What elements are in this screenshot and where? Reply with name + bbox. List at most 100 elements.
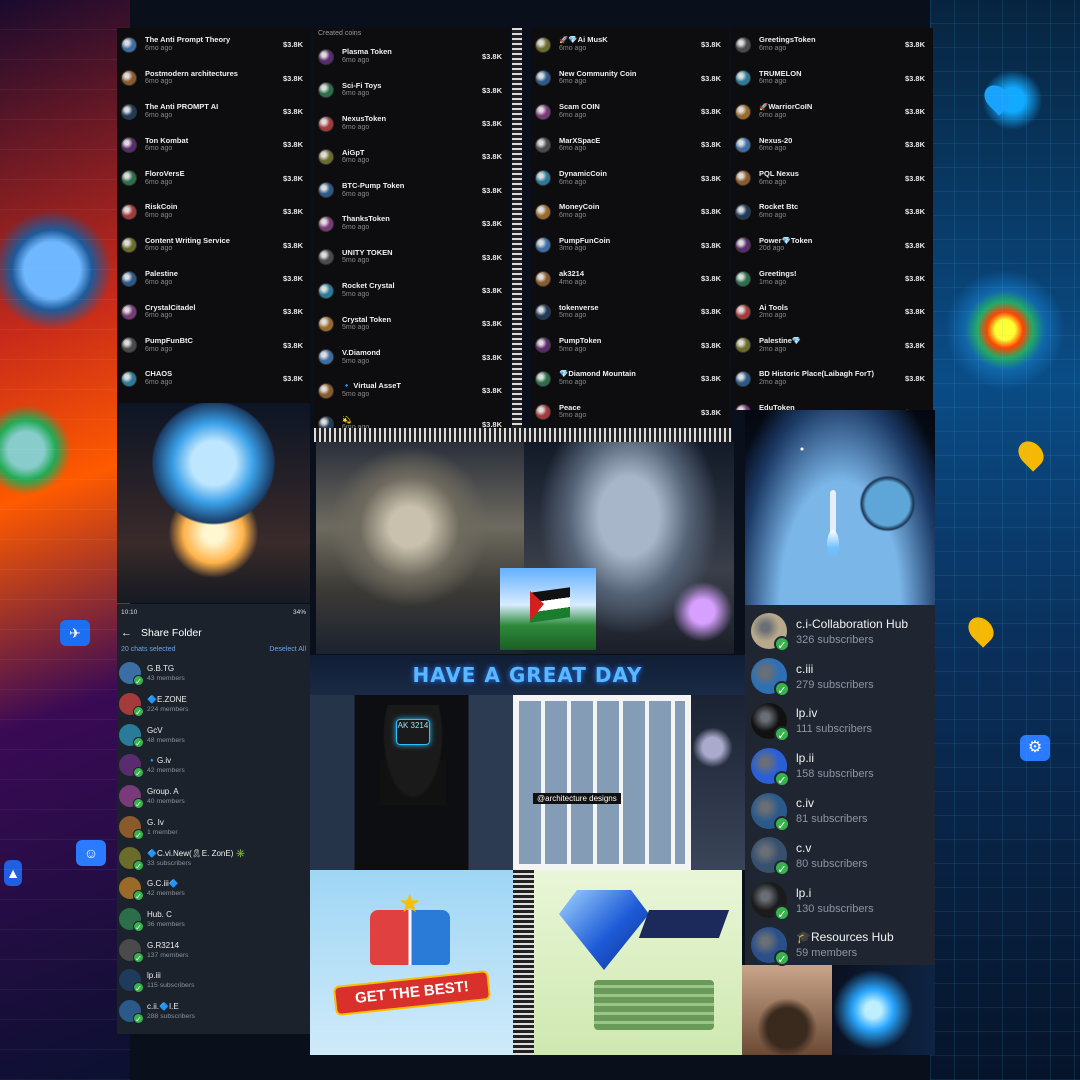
coin-row[interactable]: Crystal Token 5mo ago $3.8K [314,307,510,341]
coin-row[interactable]: 🚀WarriorCoIN 6mo ago $3.8K [731,95,933,129]
coin-row[interactable]: StarCrystal6mo ago$3.8K [117,395,311,403]
coin-time: 6mo ago [145,145,173,153]
coin-row[interactable]: Rocket Btc 6mo ago $3.8K [731,195,933,229]
coin-row[interactable]: UNITY TOKEN 5mo ago $3.8K [314,240,510,274]
coin-time: 6mo ago [342,424,370,428]
coin-row[interactable]: PumpFunBtC 6mo ago $3.8K [117,329,311,363]
channel-row[interactable]: ✓ c.i-Collaboration Hub 326 subscribers [745,609,935,654]
coin-row[interactable]: DynamicCoin 6mo ago $3.8K [531,162,729,196]
coin-row[interactable]: 🔹 Virtual AsseT 5mo ago $3.8K [314,374,510,408]
coin-name: BD Historic Place(Laibagh ForT) [759,370,875,379]
coin-row[interactable]: PumpFunCoin 3mo ago $3.8K [531,228,729,262]
coin-text: ak3214 4mo ago [559,270,701,287]
deselect-all-button[interactable]: Deselect All [269,646,306,658]
channel-row[interactable]: ✓ c.v 80 subscribers [745,833,935,878]
channel-name: lp.ii [796,751,815,766]
coin-row[interactable]: Postmodern architectures 6mo ago $3.8K [117,61,311,95]
coin-row[interactable]: Sci-Fi Toys 6mo ago $3.8K [314,73,510,107]
coin-row[interactable]: ak3214 4mo ago $3.8K [531,262,729,296]
coin-row[interactable]: The Anti Prompt Theory 6mo ago $3.8K [117,28,311,62]
chat-row[interactable]: ✓ Group. A 40 members [117,781,310,812]
coin-row[interactable]: tokenverse 5mo ago $3.8K [531,295,729,329]
coin-row[interactable]: 💎Diamond Mountain 5mo ago $3.8K [531,362,729,396]
coin-row[interactable]: MarXSpacE 6mo ago $3.8K [531,128,729,162]
coin-row[interactable]: MoneyCoin 6mo ago $3.8K [531,195,729,229]
coin-avatar [535,237,551,254]
chat-row[interactable]: ✓ c.ii.🔷I.E 288 subscribers [117,996,310,1027]
chat-row[interactable]: ✓ 🔹G.iv 42 members [117,750,310,781]
coin-row[interactable]: GreetingsToken 6mo ago $3.8K [731,28,933,62]
coin-row[interactable]: BD Historic Place(Laibagh ForT) 2mo ago $3… [731,362,933,396]
ak3214-label: AK 3214 [396,719,430,745]
chat-row[interactable]: ✓ G.C.iii🔷 42 members [117,873,310,904]
coin-time: 5mo ago [559,412,587,420]
coin-row[interactable]: Scam COIN 6mo ago $3.8K [531,95,729,129]
coin-avatar [318,249,334,266]
coin-time: 6mo ago [145,178,173,186]
map-pin-icon [979,80,1015,116]
coin-row[interactable]: AiGpT 6mo ago $3.8K [314,140,510,174]
coin-text: CrystalCitadel 6mo ago [145,304,283,321]
coin-row[interactable]: NexusToken 6mo ago $3.8K [314,107,510,141]
channel-row[interactable]: ✓ lp.i 130 subscribers [745,878,935,923]
coin-row[interactable]: PQL Nexus 6mo ago $3.8K [731,162,933,196]
coin-row[interactable]: PumpToken 5mo ago $3.8K [531,329,729,363]
chat-row[interactable]: ✓ 🔷C.vi.New(🎗E. ZonE) ✳️ 33 subscribers [117,842,310,873]
flag-triangle [530,589,544,621]
coin-row[interactable]: 🚀💎Ai MusK 6mo ago $3.8K [531,28,729,62]
coin-row[interactable]: V.Diamond 5mo ago $3.8K [314,341,510,375]
coin-text: tokenverse 5mo ago [559,304,701,321]
coin-market-cap: $3.8K [904,340,925,350]
chat-row[interactable]: ✓ G. Iv 1 member [117,812,310,843]
coin-avatar [535,270,551,287]
coin-row[interactable]: TRUMELON 6mo ago $3.8K [731,61,933,95]
coin-time: 20d ago [759,245,785,253]
coin-row[interactable]: Ai Tools 2mo ago $3.8K [731,295,933,329]
channel-row[interactable]: ✓ lp.ii 158 subscribers [745,743,935,788]
coin-name: 💎Diamond Mountain [559,370,636,379]
coin-row[interactable]: Content Writing Service 6mo ago $3.8K [117,228,311,262]
coin-row[interactable]: The Anti PROMPT AI 6mo ago $3.8K [117,95,311,129]
chat-row[interactable]: ✓ G.B.TG 43 members [117,658,310,689]
coin-row[interactable]: Greetings! 1mo ago $3.8K [731,262,933,296]
coin-avatar [121,70,137,87]
coin-row[interactable]: CHAOS 6mo ago $3.8K [117,362,311,396]
channel-row[interactable]: ✓ lp.iv 111 subscribers [745,699,935,744]
coin-row[interactable]: Rocket Crystal 5mo ago $3.8K [314,274,510,308]
chat-row[interactable]: ✓ Hub. C 36 members [117,904,310,935]
get-the-best-badge: GET THE BEST! [332,969,492,1017]
channel-row[interactable]: ✓ 🎓Resources Hub 59 members [745,923,935,968]
back-arrow-icon[interactable]: ← [121,627,141,639]
chat-name: GcV [147,725,163,735]
coin-row[interactable]: EduToken3mo ago$3.8K [731,395,933,410]
channel-row[interactable]: ✓ c.iv 81 subscribers [745,788,935,833]
coin-row[interactable]: Power💎Token 20d ago $3.8K [731,228,933,262]
coin-row[interactable]: Ton Kombat 6mo ago $3.8K [117,128,311,162]
coin-row[interactable]: 💫 6mo ago $3.8K [314,407,510,428]
chat-row[interactable]: ✓ GcV 48 members [117,719,310,750]
coin-row[interactable]: Plasma Token 6mo ago $3.8K [314,40,510,74]
channel-row[interactable]: ✓ c.iii 279 subscribers [745,654,935,699]
chat-row[interactable]: ✓ G.R3214 137 members [117,934,310,965]
coin-row[interactable]: ThanksToken 6mo ago $3.8K [314,207,510,241]
coin-name: UNITY TOKEN [342,248,393,257]
chat-row[interactable]: ✓ lp.iii 115 subscribers [117,965,310,996]
coin-row[interactable]: Palestine💎 2mo ago $3.8K [731,329,933,363]
channel-subscriber-count: 81 subscribers [796,813,868,826]
coin-row[interactable]: CrystalCitadel 6mo ago $3.8K [117,295,311,329]
coin-row[interactable]: Peace 5mo ago $3.8K [531,395,729,428]
background-right-art: ⚙ [930,0,1080,1080]
coin-row[interactable]: Palestine 6mo ago $3.8K [117,262,311,296]
coin-row[interactable]: Nexus-20 6mo ago $3.8K [731,128,933,162]
coin-text: New Community Coin 6mo ago [559,70,701,87]
chat-member-count: 115 subscribers [147,982,195,990]
coin-row[interactable]: FloroVersE 6mo ago $3.8K [117,162,311,196]
chat-name: G.R3214 [147,940,180,950]
coin-row[interactable]: RiskCoin 6mo ago $3.8K [117,195,311,229]
coin-row[interactable]: New Community Coin 6mo ago $3.8K [531,61,729,95]
coin-row[interactable]: BTC-Pump Token 6mo ago $3.8K [314,174,510,208]
chat-row[interactable]: ✓ 🔷E.ZONE 224 members [117,689,310,720]
coin-time: 6mo ago [342,123,370,131]
coin-time: 6mo ago [759,145,787,153]
coin-name: The Anti PROMPT AI [145,103,219,112]
